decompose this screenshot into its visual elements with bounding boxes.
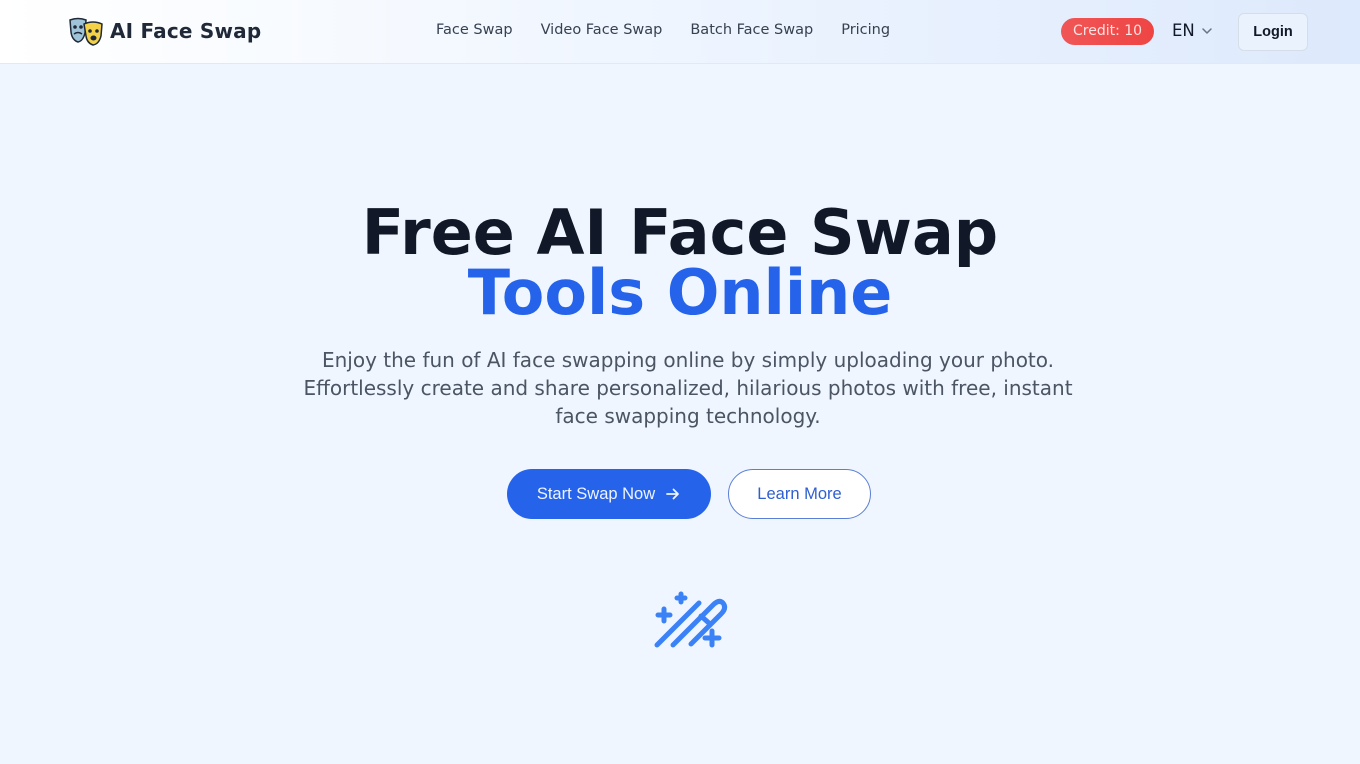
- theater-masks-icon: [69, 17, 103, 46]
- hero-subtitle: Enjoy the fun of AI face swapping online…: [303, 348, 1073, 428]
- hero-title-line1: Free AI Face Swap: [361, 196, 999, 269]
- main-nav: Face Swap Video Face Swap Batch Face Swa…: [436, 22, 890, 38]
- language-label: EN: [1172, 21, 1195, 40]
- hero-title: Free AI Face Swap Tools Online: [0, 196, 1360, 329]
- site-header: AI Face Swap Face Swap Video Face Swap B…: [0, 0, 1360, 64]
- start-swap-label: Start Swap Now: [536, 484, 656, 503]
- chevron-down-icon: [1202, 27, 1212, 34]
- logo-text: AI Face Swap: [110, 19, 262, 43]
- hero-title-line2: Tools Online: [467, 256, 893, 329]
- arrow-right-icon: [666, 488, 680, 500]
- start-swap-button[interactable]: Start Swap Now: [507, 469, 711, 519]
- nav-batch-face-swap[interactable]: Batch Face Swap: [690, 22, 813, 38]
- nav-pricing[interactable]: Pricing: [841, 22, 890, 38]
- magic-wand-icon: [654, 591, 728, 648]
- hero-actions: Start Swap Now Learn More: [507, 469, 871, 519]
- logo[interactable]: AI Face Swap: [68, 16, 261, 46]
- credit-badge[interactable]: Credit: 10: [1061, 18, 1155, 45]
- nav-video-face-swap[interactable]: Video Face Swap: [541, 22, 663, 38]
- learn-more-button[interactable]: Learn More: [728, 469, 871, 519]
- login-button[interactable]: Login: [1238, 13, 1308, 51]
- nav-face-swap[interactable]: Face Swap: [436, 22, 513, 38]
- language-selector[interactable]: EN: [1172, 21, 1213, 40]
